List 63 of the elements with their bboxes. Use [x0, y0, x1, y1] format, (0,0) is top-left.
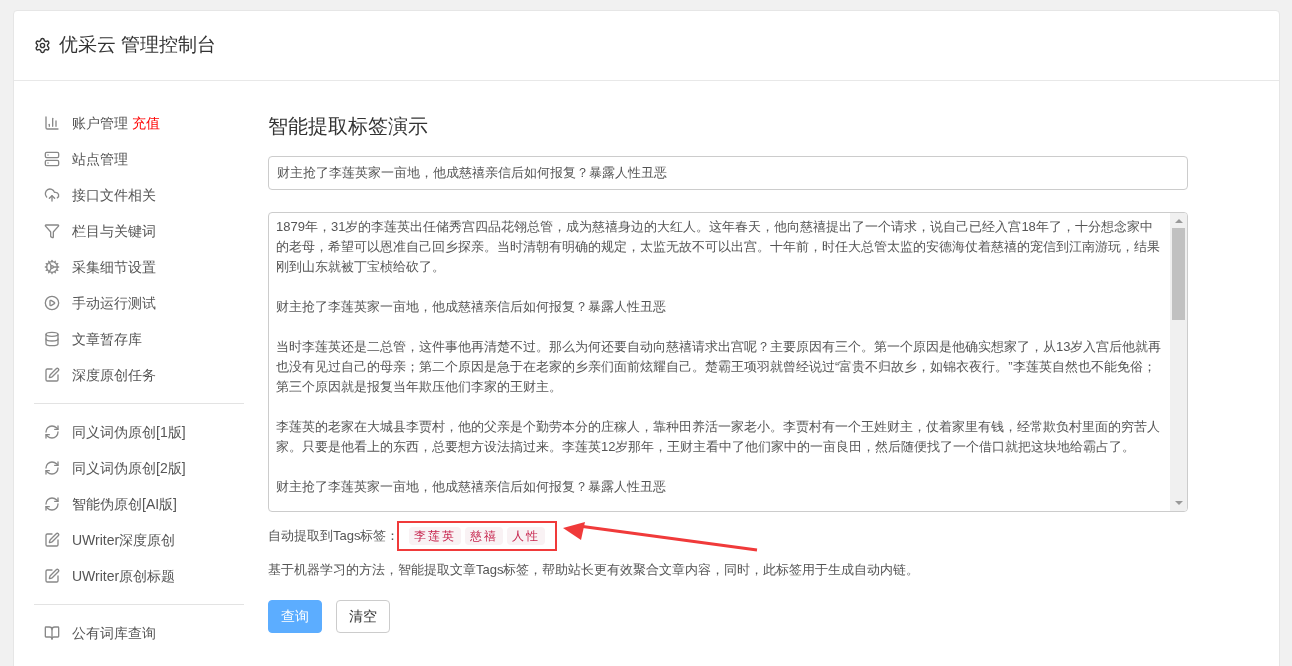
content-paragraph: 财主抢了李莲英家一亩地，他成慈禧亲信后如何报复？暴露人性丑恶: [276, 478, 667, 496]
server-icon: [44, 151, 60, 167]
refresh-icon: [44, 460, 60, 476]
sidebar-label: 同义词伪原创[1版]: [72, 422, 186, 442]
sidebar-item[interactable]: 手动运行测试: [34, 285, 244, 321]
edit-icon: [44, 367, 60, 383]
scroll-up-icon: [1174, 219, 1183, 223]
sidebar-item[interactable]: 接口文件相关: [34, 177, 244, 213]
scroll-thumb[interactable]: [1172, 228, 1185, 320]
play-icon: [44, 295, 60, 311]
description-text: 基于机器学习的方法，智能提取文章Tags标签，帮助站长更有效聚合文章内容，同时，此标签用于生成自动内链。: [268, 561, 921, 579]
content-field[interactable]: [268, 212, 1188, 512]
tag: 李莲英: [409, 527, 462, 545]
scrollbar[interactable]: [1170, 213, 1187, 511]
sidebar-label: 文章暂存库: [72, 329, 142, 349]
refresh-icon: [44, 424, 60, 440]
scroll-down-icon: [1174, 501, 1183, 505]
sidebar-label: UWriter原创标题: [72, 566, 176, 586]
content-paragraph: 当时李莲英还是二总管，这件事他再清楚不过。那么为何还要自动向慈禧请求出宫呢？主要原因有三个。第一个原因是他确实想家了，从13岁入宫后他就再也没有见过自己的母亲；第二个原因是急于在老家的乡亲们面前炫耀自己。楚霸王项羽就曾经说过“富贵不归故乡，如锦衣夜行。”李莲英自然也不能免俗；第三个原因就是报复当年欺压他们李家的王财主。: [276, 338, 1163, 396]
clear-button[interactable]: 清空: [336, 599, 390, 633]
sidebar-label: 站点管理: [72, 149, 128, 169]
sidebar-label: 公有词库查询: [72, 623, 156, 643]
sidebar-item[interactable]: 同义词伪原创[2版]: [34, 450, 244, 486]
refresh-icon: [44, 496, 60, 512]
content-paragraph: 李莲英的老家在大城县李贾村，他的父亲是个勤劳本分的庄稼人，靠种田养活一家老小。李贾村有一个王姓财主，仗着家里有钱，经常欺负村里面的穷苦人家。只要是他看上的东西，总要想方设法搞过来。李莲英12岁那年，王财主看中了他们家中的一亩良田，然后随便找了一个借口就把这块地给霸占了。: [276, 418, 1161, 456]
sidebar-item[interactable]: UWriter深度原创: [34, 522, 244, 558]
sidebar-item[interactable]: 深度原创任务: [34, 357, 244, 393]
sidebar-item[interactable]: 公有词库查询: [34, 615, 244, 651]
gears-icon: [44, 259, 60, 275]
database-icon: [44, 331, 60, 347]
sidebar-item[interactable]: UWriter原创标题: [34, 558, 244, 594]
book-icon: [44, 625, 60, 641]
sidebar-label: 同义词伪原创[2版]: [72, 458, 186, 478]
sidebar-item[interactable]: 采集细节设置: [34, 249, 244, 285]
content-paragraph: 财主抢了李莲英家一亩地，他成慈禧亲信后如何报复？暴露人性丑恶: [276, 298, 667, 316]
settings-icon: [34, 37, 51, 54]
cloud-upload-icon: [44, 187, 60, 203]
recharge-link[interactable]: 充值: [132, 112, 160, 134]
sidebar-label: UWriter深度原创: [72, 530, 176, 550]
edit-icon: [44, 532, 60, 548]
tag: 慈禧: [465, 527, 504, 545]
sidebar-label: 深度原创任务: [72, 365, 156, 385]
sidebar-label: 采集细节设置: [72, 257, 156, 277]
sidebar-label: 手动运行测试: [72, 293, 156, 313]
page-heading: 智能提取标签演示: [268, 114, 429, 139]
bar-chart-icon: [44, 115, 60, 131]
tags-label: 自动提取到Tags标签：: [268, 527, 400, 546]
edit-icon: [44, 568, 60, 584]
tag: 人性: [507, 527, 546, 545]
sidebar-item[interactable]: 站点管理: [34, 141, 244, 177]
sidebar-label: 账户管理: [72, 113, 128, 133]
sidebar-label: 接口文件相关: [72, 185, 156, 205]
filter-icon: [44, 223, 60, 239]
sidebar-label: 栏目与关键词: [72, 221, 156, 241]
sidebar-item[interactable]: 同义词伪原创[1版]: [34, 414, 244, 450]
sidebar-item[interactable]: 账户管理 充值: [34, 105, 244, 141]
sidebar-item[interactable]: 栏目与关键词: [34, 213, 244, 249]
sidebar-item[interactable]: 文章暂存库: [34, 321, 244, 357]
console-title: 优采云 管理控制台: [59, 33, 217, 58]
title-field[interactable]: 财主抢了李莲英家一亩地，他成慈禧亲信后如何报复？暴露人性丑恶: [268, 156, 1188, 190]
sidebar-item[interactable]: 智能伪原创[AI版]: [34, 486, 244, 522]
sidebar-label: 智能伪原创[AI版]: [72, 494, 177, 514]
content-paragraph: 1879年，31岁的李莲英出任储秀宫四品花翎总管，成为慈禧身边的大红人。这年春天，他向慈禧提出了一个请求，说自己已经入宫18年了，十分想念家中的老母，希望可以恩准自己回乡探亲。当时清朝有明确的规定，太监无故不可以出宫。十年前，时任大总管太监的安德海仗着慈禧的宠信到江南游玩，结果刚到山东就被丁宝桢给砍了。: [276, 218, 1161, 276]
